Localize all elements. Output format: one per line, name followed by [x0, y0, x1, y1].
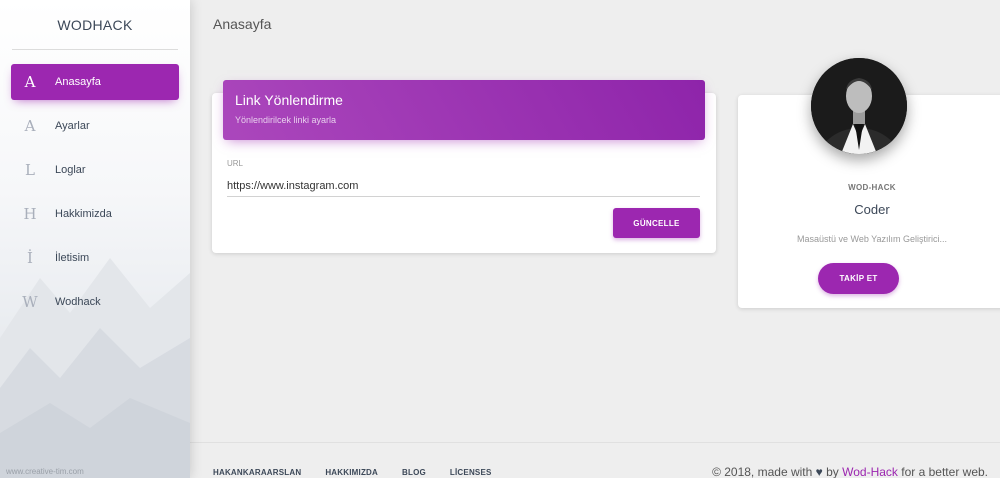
sidebar-item-label: Hakkimizda — [55, 208, 112, 220]
footer: HAKANKARAARSLAN HAKKIMIZDA BLOG LİCENSES… — [190, 442, 1000, 478]
profile-name: Coder — [854, 202, 890, 217]
sidebar-item-hakkimizda[interactable]: H Hakkimizda — [11, 196, 179, 232]
sidebar-item-label: Anasayfa — [55, 76, 101, 88]
sidebar-item-label: Ayarlar — [55, 120, 90, 132]
sidebar-item-loglar[interactable]: L Loglar — [11, 152, 179, 188]
footer-links: HAKANKARAARSLAN HAKKIMIZDA BLOG LİCENSES — [213, 468, 492, 477]
profile-avatar — [811, 58, 907, 154]
heart-icon: ♥ — [815, 465, 823, 478]
page-title: Anasayfa — [213, 16, 272, 32]
sidebar-item-letter-icon: L — [25, 161, 35, 179]
avatar-photo — [811, 58, 907, 154]
footer-copyright: © 2018, made with ♥ by Wod-Hack for a be… — [712, 465, 988, 478]
sidebar-brand[interactable]: WODHACK — [12, 0, 178, 50]
sidebar-item-wodhack[interactable]: W Wodhack — [11, 284, 179, 320]
profile-description: Masaüstü ve Web Yazılım Geliştirici... — [796, 234, 948, 244]
sidebar-item-label: İletisim — [55, 252, 90, 264]
footer-brand-link[interactable]: Wod-Hack — [842, 465, 898, 478]
sidebar-item-ayarlar[interactable]: A Ayarlar — [11, 108, 179, 144]
follow-button[interactable]: TAKİP ET — [818, 263, 899, 294]
copyright-suffix: for a better web. — [901, 465, 988, 478]
sidebar-item-letter-icon: A — [24, 117, 36, 135]
sidebar-item-label: Loglar — [55, 164, 86, 176]
copyright-prefix: © 2018, made with — [712, 465, 813, 478]
profile-category: WOD-HACK — [848, 183, 896, 192]
footer-link-hakkimizda[interactable]: HAKKIMIZDA — [325, 468, 378, 477]
sidebar-nav: A Anasayfa A Ayarlar L Loglar H Hakkimiz… — [0, 64, 190, 320]
sidebar: WODHACK A Anasayfa A Ayarlar L Loglar H … — [0, 0, 190, 478]
sidebar-item-label: Wodhack — [55, 296, 101, 308]
sidebar-item-letter-icon: H — [23, 205, 37, 223]
sidebar-item-letter-icon: İ — [27, 249, 33, 267]
sidebar-item-letter-icon: W — [22, 293, 38, 311]
update-button[interactable]: GÜNCELLE — [613, 208, 700, 238]
url-input[interactable] — [227, 175, 700, 197]
link-card-title: Link Yönlendirme — [235, 92, 343, 108]
footer-link-blog[interactable]: BLOG — [402, 468, 426, 477]
footer-link-hakankaraarslan[interactable]: HAKANKARAARSLAN — [213, 468, 301, 477]
footer-link-licenses[interactable]: LİCENSES — [450, 468, 492, 477]
url-field-label: URL — [227, 159, 244, 168]
link-card-header: Link Yönlendirme Yönlendirilcek linki ay… — [223, 80, 705, 140]
copyright-by: by — [826, 465, 839, 478]
sidebar-watermark: www.creative-tim.com — [6, 467, 84, 476]
sidebar-item-anasayfa[interactable]: A Anasayfa — [11, 64, 179, 100]
sidebar-item-iletisim[interactable]: İ İletisim — [11, 240, 179, 276]
sidebar-item-letter-icon: A — [24, 73, 36, 91]
link-card-subtitle: Yönlendirilcek linki ayarla — [235, 115, 337, 125]
